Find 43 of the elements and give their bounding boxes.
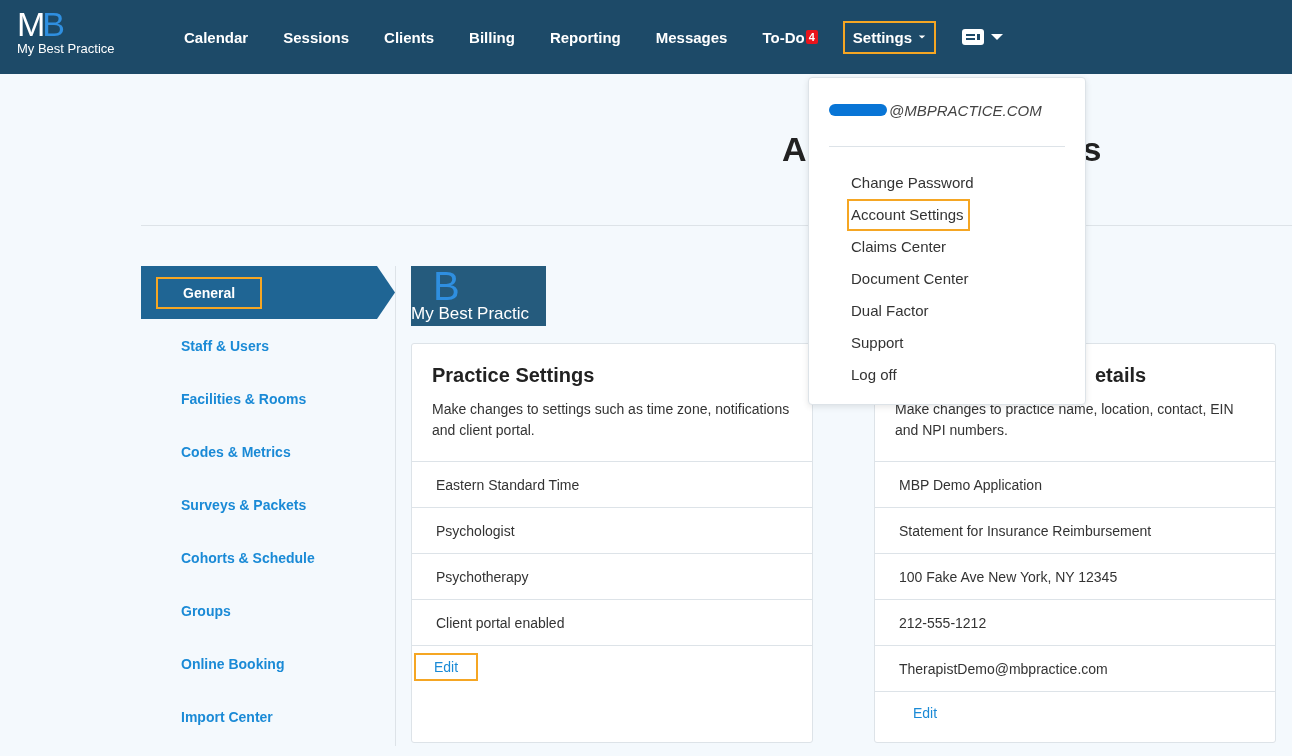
redaction-mark (829, 104, 887, 116)
menu-item[interactable]: Change Password (827, 167, 980, 199)
page-title: A (782, 130, 807, 169)
nav-link[interactable]: Clients (374, 20, 445, 54)
setting-value: 212-555-1212 (875, 600, 1275, 646)
sidebar-item[interactable]: Cohorts & Schedule (141, 531, 395, 584)
nav-link[interactable]: Calendar (174, 20, 259, 54)
setting-value: Client portal enabled (412, 600, 812, 646)
nav-link[interactable]: Settings (842, 20, 936, 54)
sidebar-item[interactable]: Groups (141, 584, 395, 637)
menu-item[interactable]: Account Settings (847, 199, 970, 231)
setting-value: MBP Demo Application (875, 462, 1275, 508)
edit-link[interactable]: Edit (893, 699, 958, 727)
menu-item[interactable]: Dual Factor (827, 295, 935, 327)
setting-value: 100 Fake Ave New York, NY 12345 (875, 554, 1275, 600)
menu-item[interactable]: Claims Center (827, 231, 953, 263)
menu-item[interactable]: Support (827, 327, 910, 359)
sidebar-item[interactable]: General (141, 266, 395, 319)
sidebar-item[interactable]: Surveys & Packets (141, 478, 395, 531)
nav-link[interactable]: To-Do 4 (752, 20, 828, 54)
setting-value: Statement for Insurance Reimbursement (875, 508, 1275, 554)
setting-value: Psychologist (412, 508, 812, 554)
menu-item[interactable]: Log off (827, 359, 903, 391)
edit-link[interactable]: Edit (414, 653, 479, 681)
sidebar-item[interactable]: Codes & Metrics (141, 425, 395, 478)
nav-link[interactable]: Sessions (273, 20, 360, 54)
setting-value: Eastern Standard Time (412, 462, 812, 508)
setting-value: Psychotherapy (412, 554, 812, 600)
nav-link[interactable]: Messages (645, 20, 738, 54)
sidebar-item[interactable]: Online Booking (141, 637, 395, 690)
nav-link[interactable]: Reporting (539, 20, 631, 54)
practice-logo: B My Best Practic (411, 266, 546, 326)
user-email: @MBPRACTICE.COM (889, 101, 1042, 119)
sidebar-item[interactable]: Staff & Users (141, 319, 395, 372)
nav-link[interactable]: Billing (459, 20, 525, 54)
card-description: Make changes to settings such as time zone, notifications and client portal. (432, 400, 791, 440)
menu-item[interactable]: Document Center (827, 263, 975, 295)
card-title: etails (1094, 364, 1148, 387)
setting-value: TherapistDemo@mbpractice.com (875, 646, 1275, 692)
card-title: Practice Settings (432, 364, 596, 387)
logo[interactable]: MB My Best Practice (0, 0, 174, 56)
sidebar-item[interactable]: Import Center (141, 690, 395, 743)
sidebar-item[interactable]: Facilities & Rooms (141, 372, 395, 425)
